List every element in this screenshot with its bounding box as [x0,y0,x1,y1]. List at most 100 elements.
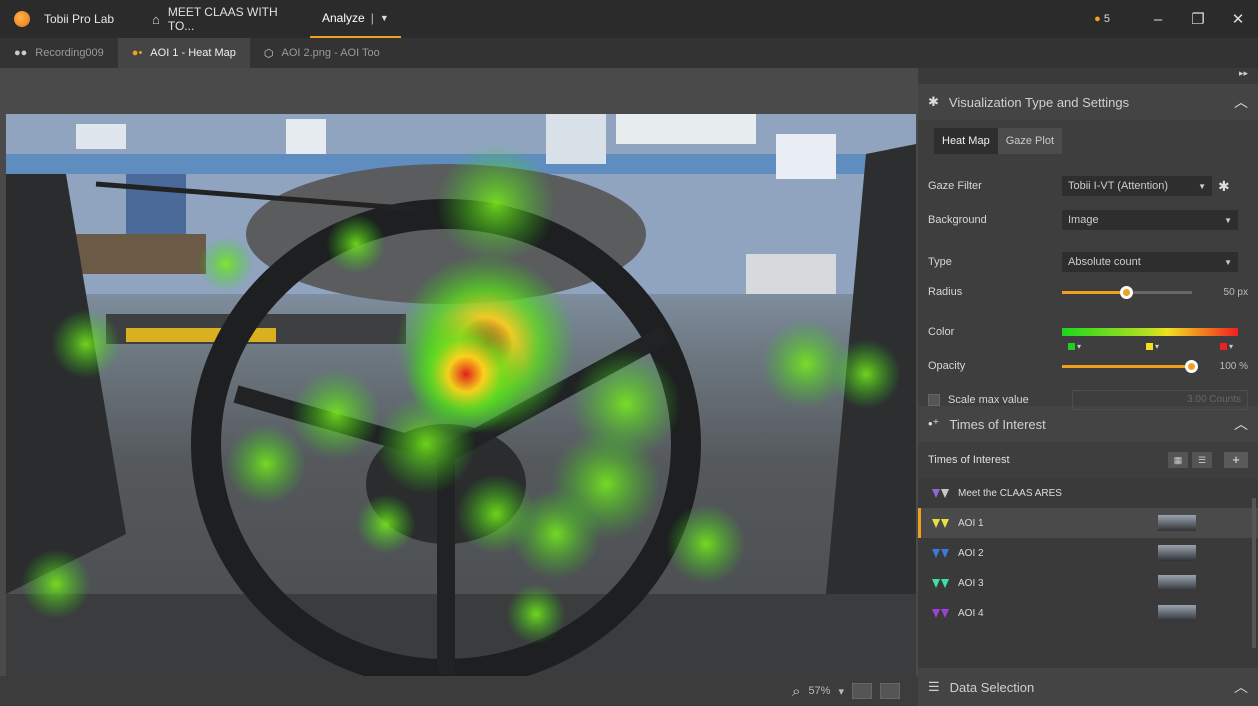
opacity-row: Opacity 100 % [928,359,1248,373]
toi-thumbnail [1158,545,1196,561]
tab-heat-map-type[interactable]: Heat Map [934,128,998,154]
toi-marker-icon [932,578,954,588]
tab-recording-label: Recording009 [35,47,104,59]
scale-max-checkbox[interactable] [928,394,940,406]
toi-item-label: Meet the CLAAS ARES [958,487,1062,499]
scale-max-row: Scale max value 3.00 Counts [928,390,1248,410]
chevron-up-icon[interactable]: ︿ [1234,677,1248,697]
toi-list-item[interactable]: AOI 1 [918,508,1258,538]
radius-slider[interactable] [1062,285,1192,299]
data-selection-title: Data Selection [949,679,1035,695]
tab-heat-map[interactable]: ●• AOI 1 - Heat Map [117,38,250,68]
radius-row: Radius 50 px [928,285,1248,299]
type-select[interactable]: Absolute count ▼ [1062,252,1238,272]
minimize-button[interactable]: – [1138,11,1178,28]
opacity-slider[interactable] [1062,359,1198,373]
toi-list-item[interactable]: AOI 2 [918,538,1258,568]
viz-settings-body: Heat Map Gaze Plot Gaze Filter Tobii I-V… [918,120,1258,410]
scale-max-label: Scale max value [948,394,1029,406]
toi-list-label: Times of Interest [928,454,1010,466]
zoom-level[interactable]: 57% [808,685,830,697]
tab-heat-map-label: AOI 1 - Heat Map [150,47,236,59]
background-select[interactable]: Image ▼ [1062,210,1238,230]
maximize-button[interactable]: ❐ [1178,10,1218,28]
grid-view-icon[interactable]: ▦ [1168,452,1188,468]
toi-icon: •⁺ [928,416,940,431]
chevron-down-icon: ▼ [1198,181,1206,191]
background-row: Background Image ▼ [928,210,1248,230]
type-row: Type Absolute count ▼ [928,252,1248,272]
opacity-label: Opacity [928,360,966,372]
opacity-slider-fill [1062,364,1192,368]
visualization-area: ⌕ 57% ▾ [0,68,918,706]
tab-analyze[interactable]: Analyze | ▼ [310,0,401,38]
background-label: Background [928,214,987,226]
toi-thumbnail [1158,575,1196,591]
chevron-up-icon[interactable]: ︿ [1234,414,1248,434]
stimulus-scene [6,114,916,694]
tab-aoi-tool[interactable]: ⬡ AOI 2.png - AOI Too [250,38,394,68]
zoom-bar: ⌕ 57% ▾ [0,676,918,706]
background-value: Image [1068,214,1099,226]
color-row: Color ▾ ▾ ▾ [928,326,1248,351]
gaze-filter-settings-icon[interactable]: ✱ [1218,178,1230,195]
toi-thumbnail [1158,515,1196,531]
close-button[interactable]: ✕ [1218,10,1258,28]
toi-title: Times of Interest [949,416,1046,432]
radius-slider-handle[interactable] [1120,285,1133,299]
radius-slider-fill [1062,290,1127,294]
gaze-filter-row: Gaze Filter Tobii I-VT (Attention) ▼ ✱ [928,176,1248,196]
actual-size-icon[interactable] [880,683,900,699]
toi-header[interactable]: •⁺ Times of Interest ︿ [918,406,1258,442]
toi-list-item[interactable]: AOI 3 [918,568,1258,598]
radius-value: 50 px [1223,286,1248,298]
app-title: Tobii Pro Lab [0,0,138,38]
color-stop-high[interactable]: ▾ [1220,342,1233,351]
project-tab-label: MEET CLAAS WITH TO... [167,5,278,33]
viz-type-tabs: Heat Map Gaze Plot [934,128,1248,154]
list-view-icon[interactable]: ☰ [1192,452,1212,468]
chevron-down-icon[interactable]: ▾ [838,685,844,698]
viz-settings-title: Visualization Type and Settings [948,94,1130,110]
chevron-down-icon[interactable]: ▼ [380,13,389,23]
color-stop-low[interactable]: ▾ [1068,342,1081,351]
gear-icon: ✱ [928,94,939,109]
add-toi-button[interactable]: + [1224,452,1248,468]
chevron-down-icon: ▼ [1224,215,1232,225]
home-icon: ⌂ [152,11,160,27]
toi-marker-icon [932,548,954,558]
project-tab[interactable]: ⌂ MEET CLAAS WITH TO... [138,0,310,38]
tobii-logo-icon [14,11,30,27]
fit-to-screen-icon[interactable] [852,683,872,699]
app-name: Tobii Pro Lab [44,12,115,26]
collapse-panel-icon[interactable]: ▸▸ [918,68,1258,84]
scale-max-input[interactable]: 3.00 Counts [1072,390,1248,410]
viz-settings-header[interactable]: ✱ Visualization Type and Settings ︿ [918,84,1258,120]
color-stop-mid[interactable]: ▾ [1146,342,1159,351]
gaze-filter-value: Tobii I-VT (Attention) [1068,180,1169,192]
notification-indicator[interactable]: ● 5 [1094,13,1110,25]
zoom-icon[interactable]: ⌕ [792,683,800,700]
color-label: Color [928,326,955,338]
toi-scrollbar[interactable] [1252,498,1256,648]
color-gradient[interactable]: ▾ ▾ ▾ [1062,328,1238,351]
type-value: Absolute count [1068,256,1141,268]
gaze-filter-label: Gaze Filter [928,180,982,192]
toi-marker-icon [932,488,954,498]
tab-separator: | [370,11,374,25]
toi-list-item[interactable]: AOI 4 [918,598,1258,628]
tab-recording[interactable]: ●● Recording009 [0,38,118,68]
settings-panel: ▸▸ ✱ Visualization Type and Settings ︿ H… [918,68,1258,706]
opacity-value: 100 % [1219,360,1248,372]
heat-map-stimulus-image[interactable] [6,114,916,694]
tab-gaze-plot-type[interactable]: Gaze Plot [997,128,1063,154]
toi-list-header: Times of Interest ▦ ☰ + [918,442,1258,478]
heatmap-icon: ●• [131,47,143,59]
data-selection-header[interactable]: ☰ Data Selection ︿ [918,668,1258,706]
chevron-up-icon[interactable]: ︿ [1234,92,1248,112]
notification-count: 5 [1103,13,1110,25]
opacity-slider-handle[interactable] [1185,359,1198,373]
gaze-filter-select[interactable]: Tobii I-VT (Attention) ▼ [1062,176,1212,196]
toi-list-item[interactable]: Meet the CLAAS ARES [918,478,1258,508]
toi-thumbnail [1158,605,1196,621]
